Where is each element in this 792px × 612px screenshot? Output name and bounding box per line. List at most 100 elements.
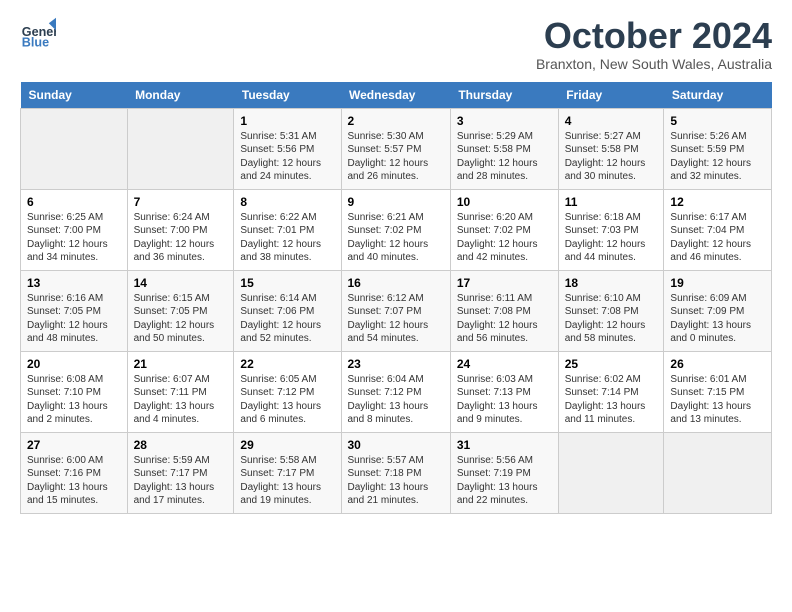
day-info: Sunrise: 6:17 AMSunset: 7:04 PMDaylight:…	[670, 211, 765, 265]
day-number: 30	[348, 438, 444, 452]
day-number: 18	[565, 276, 658, 290]
calendar-cell: 12 Sunrise: 6:17 AMSunset: 7:04 PMDayligh…	[664, 189, 772, 270]
day-info: Sunrise: 6:04 AMSunset: 7:12 PMDaylight:…	[348, 373, 444, 427]
calendar-cell: 6 Sunrise: 6:25 AMSunset: 7:00 PMDaylight…	[21, 189, 128, 270]
day-number: 10	[457, 195, 552, 209]
logo-icon: General Blue	[20, 16, 56, 52]
day-info: Sunrise: 6:18 AMSunset: 7:03 PMDaylight:…	[565, 211, 658, 265]
day-number: 7	[134, 195, 228, 209]
calendar-week-row: 1 Sunrise: 5:31 AMSunset: 5:56 PMDaylight…	[21, 108, 772, 189]
day-info: Sunrise: 5:56 AMSunset: 7:19 PMDaylight:…	[457, 454, 552, 508]
day-number: 24	[457, 357, 552, 371]
day-info: Sunrise: 6:16 AMSunset: 7:05 PMDaylight:…	[27, 292, 121, 346]
day-number: 19	[670, 276, 765, 290]
day-info: Sunrise: 6:25 AMSunset: 7:00 PMDaylight:…	[27, 211, 121, 265]
header-monday: Monday	[127, 82, 234, 109]
calendar-cell: 22Sunrise: 6:05 AMSunset: 7:12 PMDayligh…	[234, 351, 341, 432]
calendar-cell: 9Sunrise: 6:21 AMSunset: 7:02 PMDaylight…	[341, 189, 450, 270]
calendar-cell: 14 Sunrise: 6:15 AMSunset: 7:05 PMDayligh…	[127, 270, 234, 351]
location-subtitle: Branxton, New South Wales, Australia	[536, 56, 772, 72]
calendar-cell: 18 Sunrise: 6:10 AMSunset: 7:08 PMDayligh…	[558, 270, 664, 351]
day-info: Sunrise: 6:01 AMSunset: 7:15 PMDaylight:…	[670, 373, 765, 427]
calendar-cell: 10 Sunrise: 6:20 AMSunset: 7:02 PMDayligh…	[450, 189, 558, 270]
day-number: 6	[27, 195, 121, 209]
day-info: Sunrise: 6:08 AMSunset: 7:10 PMDaylight:…	[27, 373, 121, 427]
calendar-cell	[127, 108, 234, 189]
calendar-cell: 4 Sunrise: 5:27 AMSunset: 5:58 PMDaylight…	[558, 108, 664, 189]
day-number: 31	[457, 438, 552, 452]
calendar-cell: 24 Sunrise: 6:03 AMSunset: 7:13 PMDayligh…	[450, 351, 558, 432]
day-number: 22	[240, 357, 334, 371]
calendar-cell: 30 Sunrise: 5:57 AMSunset: 7:18 PMDayligh…	[341, 432, 450, 513]
title-area: October 2024 Branxton, New South Wales, …	[536, 16, 772, 72]
day-number: 2	[348, 114, 444, 128]
calendar-cell: 19 Sunrise: 6:09 AMSunset: 7:09 PMDayligh…	[664, 270, 772, 351]
day-info: Sunrise: 6:22 AMSunset: 7:01 PMDaylight:…	[240, 211, 334, 265]
calendar-cell	[21, 108, 128, 189]
calendar-cell	[664, 432, 772, 513]
day-info: Sunrise: 6:02 AMSunset: 7:14 PMDaylight:…	[565, 373, 658, 427]
day-number: 28	[134, 438, 228, 452]
day-info: Sunrise: 6:12 AMSunset: 7:07 PMDaylight:…	[348, 292, 444, 346]
day-info: Sunrise: 5:29 AMSunset: 5:58 PMDaylight:…	[457, 130, 552, 184]
day-number: 21	[134, 357, 228, 371]
day-info: Sunrise: 5:59 AMSunset: 7:17 PMDaylight:…	[134, 454, 228, 508]
svg-text:Blue: Blue	[22, 36, 49, 50]
day-number: 23	[348, 357, 444, 371]
calendar-cell: 15 Sunrise: 6:14 AMSunset: 7:06 PMDayligh…	[234, 270, 341, 351]
calendar-cell: 17 Sunrise: 6:11 AMSunset: 7:08 PMDayligh…	[450, 270, 558, 351]
day-info: Sunrise: 6:07 AMSunset: 7:11 PMDaylight:…	[134, 373, 228, 427]
day-number: 4	[565, 114, 658, 128]
day-number: 16	[348, 276, 444, 290]
day-info: Sunrise: 5:27 AMSunset: 5:58 PMDaylight:…	[565, 130, 658, 184]
calendar-cell: 11 Sunrise: 6:18 AMSunset: 7:03 PMDayligh…	[558, 189, 664, 270]
day-number: 11	[565, 195, 658, 209]
calendar-week-row: 20Sunrise: 6:08 AMSunset: 7:10 PMDayligh…	[21, 351, 772, 432]
day-info: Sunrise: 6:00 AMSunset: 7:16 PMDaylight:…	[27, 454, 121, 508]
day-number: 15	[240, 276, 334, 290]
header-sunday: Sunday	[21, 82, 128, 109]
calendar-cell: 8 Sunrise: 6:22 AMSunset: 7:01 PMDaylight…	[234, 189, 341, 270]
day-info: Sunrise: 6:14 AMSunset: 7:06 PMDaylight:…	[240, 292, 334, 346]
header-friday: Friday	[558, 82, 664, 109]
day-info: Sunrise: 5:57 AMSunset: 7:18 PMDaylight:…	[348, 454, 444, 508]
day-info: Sunrise: 6:03 AMSunset: 7:13 PMDaylight:…	[457, 373, 552, 427]
calendar-cell: 23 Sunrise: 6:04 AMSunset: 7:12 PMDayligh…	[341, 351, 450, 432]
calendar-cell: 27 Sunrise: 6:00 AMSunset: 7:16 PMDayligh…	[21, 432, 128, 513]
day-number: 1	[240, 114, 334, 128]
calendar-header-row: SundayMondayTuesdayWednesdayThursdayFrid…	[21, 82, 772, 109]
calendar-cell: 21 Sunrise: 6:07 AMSunset: 7:11 PMDayligh…	[127, 351, 234, 432]
logo: General Blue	[20, 16, 56, 52]
day-info: Sunrise: 6:09 AMSunset: 7:09 PMDaylight:…	[670, 292, 765, 346]
day-info: Sunrise: 6:20 AMSunset: 7:02 PMDaylight:…	[457, 211, 552, 265]
calendar-cell: 7 Sunrise: 6:24 AMSunset: 7:00 PMDaylight…	[127, 189, 234, 270]
day-number: 27	[27, 438, 121, 452]
calendar-cell: 5Sunrise: 5:26 AMSunset: 5:59 PMDaylight…	[664, 108, 772, 189]
day-info: Sunrise: 6:15 AMSunset: 7:05 PMDaylight:…	[134, 292, 228, 346]
calendar-cell: 1 Sunrise: 5:31 AMSunset: 5:56 PMDaylight…	[234, 108, 341, 189]
day-info: Sunrise: 6:11 AMSunset: 7:08 PMDaylight:…	[457, 292, 552, 346]
day-info: Sunrise: 6:10 AMSunset: 7:08 PMDaylight:…	[565, 292, 658, 346]
day-number: 14	[134, 276, 228, 290]
calendar-week-row: 27 Sunrise: 6:00 AMSunset: 7:16 PMDayligh…	[21, 432, 772, 513]
day-info: Sunrise: 5:26 AMSunset: 5:59 PMDaylight:…	[670, 130, 765, 184]
day-number: 9	[348, 195, 444, 209]
calendar-cell: 3Sunrise: 5:29 AMSunset: 5:58 PMDaylight…	[450, 108, 558, 189]
day-info: Sunrise: 6:24 AMSunset: 7:00 PMDaylight:…	[134, 211, 228, 265]
day-number: 26	[670, 357, 765, 371]
day-number: 25	[565, 357, 658, 371]
header-wednesday: Wednesday	[341, 82, 450, 109]
day-number: 8	[240, 195, 334, 209]
day-number: 12	[670, 195, 765, 209]
calendar-table: SundayMondayTuesdayWednesdayThursdayFrid…	[20, 82, 772, 514]
calendar-cell: 31 Sunrise: 5:56 AMSunset: 7:19 PMDayligh…	[450, 432, 558, 513]
header-saturday: Saturday	[664, 82, 772, 109]
calendar-cell: 25 Sunrise: 6:02 AMSunset: 7:14 PMDayligh…	[558, 351, 664, 432]
header-tuesday: Tuesday	[234, 82, 341, 109]
header-thursday: Thursday	[450, 82, 558, 109]
calendar-week-row: 13Sunrise: 6:16 AMSunset: 7:05 PMDayligh…	[21, 270, 772, 351]
day-info: Sunrise: 5:30 AMSunset: 5:57 PMDaylight:…	[348, 130, 444, 184]
day-number: 29	[240, 438, 334, 452]
day-info: Sunrise: 5:31 AMSunset: 5:56 PMDaylight:…	[240, 130, 334, 184]
day-number: 17	[457, 276, 552, 290]
